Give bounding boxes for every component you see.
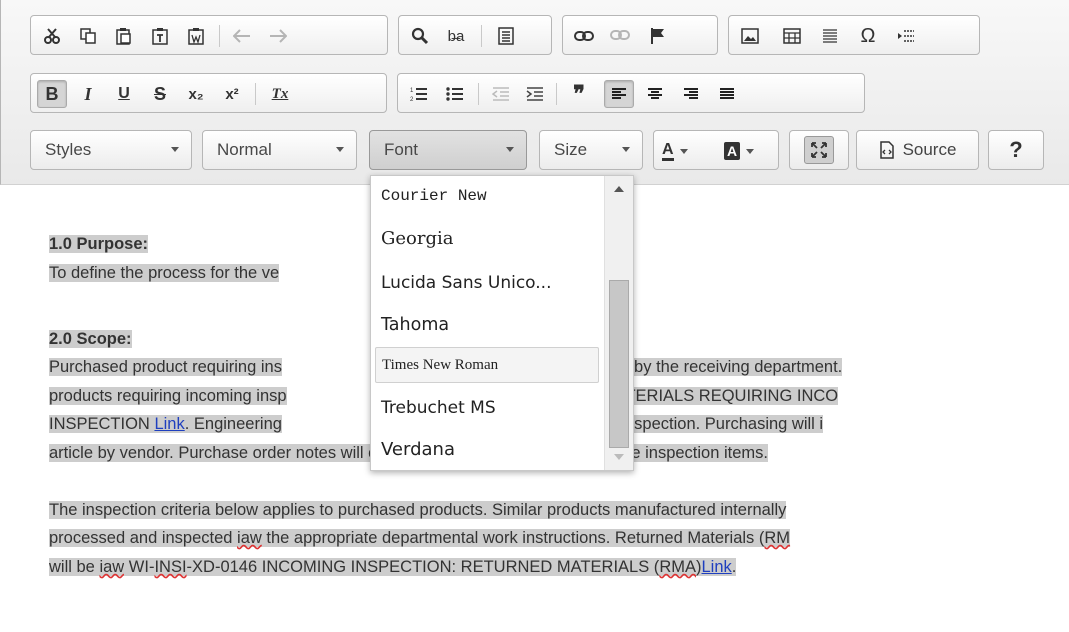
- size-combo-label: Size: [554, 140, 588, 159]
- inspection-link[interactable]: Link: [154, 415, 185, 433]
- flag-icon[interactable]: [643, 22, 673, 50]
- align-center-icon[interactable]: [640, 80, 670, 108]
- image-icon[interactable]: [735, 22, 765, 50]
- font-combo[interactable]: Font: [369, 130, 527, 170]
- font-dropdown: Courier New Georgia Lucida Sans Unico...…: [370, 175, 634, 471]
- unlink-icon[interactable]: [605, 22, 635, 50]
- editor-toolbar: b̶a Ω B I U S x₂ x² Tx 1 2 ❞ Styles Norm…: [0, 0, 1069, 185]
- italic-button[interactable]: I: [73, 80, 103, 108]
- paste-word-icon[interactable]: [181, 22, 211, 50]
- insert-group: Ω: [728, 15, 980, 55]
- copy-icon[interactable]: [73, 22, 103, 50]
- basicstyles-group: B I U S x₂ x² Tx: [30, 73, 387, 113]
- font-combo-label: Font: [384, 140, 419, 159]
- bg-color-icon: A: [724, 142, 741, 160]
- subscript-button[interactable]: x₂: [181, 80, 211, 108]
- svg-text:1: 1: [410, 88, 414, 94]
- undo-icon[interactable]: [227, 22, 257, 50]
- select-all-icon[interactable]: [491, 22, 521, 50]
- chevron-down-icon: [622, 147, 630, 152]
- text-color-icon: A: [662, 141, 674, 161]
- horizontal-line-icon[interactable]: [815, 22, 845, 50]
- styles-combo-label: Styles: [45, 140, 92, 159]
- chevron-down-icon: [746, 148, 755, 154]
- paste-text-icon[interactable]: [145, 22, 175, 50]
- font-option-trebuchet[interactable]: Trebuchet MS: [375, 390, 599, 426]
- source-icon: [879, 141, 895, 159]
- separator: [478, 83, 479, 105]
- scroll-down-icon[interactable]: [614, 454, 624, 460]
- link-icon[interactable]: [569, 22, 599, 50]
- styles-combo[interactable]: Styles: [30, 130, 192, 170]
- page-break-icon[interactable]: [891, 22, 921, 50]
- align-left-icon[interactable]: [604, 80, 634, 108]
- magnifier-icon[interactable]: [405, 22, 435, 50]
- separator: [556, 83, 557, 105]
- chevron-down-icon: [679, 148, 688, 154]
- text-color-button[interactable]: A: [662, 139, 710, 163]
- replace-icon[interactable]: b̶a: [441, 22, 471, 50]
- color-group: A A: [653, 130, 779, 170]
- superscript-button[interactable]: x²: [217, 80, 247, 108]
- tools-group: [789, 130, 849, 170]
- font-option-tahoma[interactable]: Tahoma: [375, 307, 599, 343]
- remove-format-button[interactable]: Tx: [265, 80, 295, 108]
- underline-button[interactable]: U: [109, 80, 139, 108]
- font-option-courier-new[interactable]: Courier New: [375, 178, 599, 214]
- outdent-icon[interactable]: [486, 80, 516, 108]
- paste-icon[interactable]: [109, 22, 139, 50]
- align-right-icon[interactable]: [676, 80, 706, 108]
- clipboard-group: [30, 15, 388, 55]
- format-combo[interactable]: Normal: [202, 130, 357, 170]
- omega-icon[interactable]: Ω: [853, 22, 883, 50]
- scrollbar-thumb[interactable]: [609, 280, 629, 448]
- criteria-line-2: processed and inspected iaw the appropri…: [49, 529, 791, 547]
- separator: [219, 25, 220, 47]
- separator: [481, 25, 482, 47]
- criteria-line-3: will be iaw WI-INSI-XD-0146 INCOMING INS…: [49, 558, 737, 576]
- scroll-up-icon[interactable]: [614, 186, 624, 192]
- bold-button[interactable]: B: [37, 80, 67, 108]
- link-group: [562, 15, 718, 55]
- redo-icon[interactable]: [263, 22, 293, 50]
- rma-link[interactable]: Link: [701, 558, 732, 576]
- blockquote-button[interactable]: ❞: [564, 80, 594, 108]
- size-combo[interactable]: Size: [539, 130, 643, 170]
- chevron-down-icon: [506, 147, 514, 152]
- help-button[interactable]: ?: [988, 130, 1044, 170]
- scissors-icon[interactable]: [37, 22, 67, 50]
- font-option-georgia[interactable]: Georgia: [375, 220, 599, 256]
- numbered-list-icon[interactable]: 12: [404, 80, 434, 108]
- source-label: Source: [902, 140, 957, 159]
- purpose-heading: 1.0 Purpose:: [49, 235, 149, 253]
- find-group: b̶a: [398, 15, 552, 55]
- font-option-verdana[interactable]: Verdana: [375, 431, 599, 467]
- source-button[interactable]: Source: [856, 130, 979, 170]
- paragraph-group: 12 ❞: [397, 73, 865, 113]
- justify-icon[interactable]: [712, 80, 742, 108]
- bg-color-button[interactable]: A: [724, 139, 772, 163]
- indent-icon[interactable]: [520, 80, 550, 108]
- chevron-down-icon: [171, 147, 179, 152]
- format-combo-label: Normal: [217, 140, 272, 159]
- font-option-lucida[interactable]: Lucida Sans Unico...: [375, 265, 599, 301]
- scope-heading: 2.0 Scope:: [49, 330, 132, 348]
- dropdown-scrollbar[interactable]: [604, 176, 633, 470]
- separator: [255, 83, 256, 105]
- svg-text:2: 2: [410, 97, 414, 102]
- font-option-times-new-roman[interactable]: Times New Roman: [375, 347, 599, 383]
- chevron-down-icon: [336, 147, 344, 152]
- strikethrough-button[interactable]: S: [145, 80, 175, 108]
- bulleted-list-icon[interactable]: [440, 80, 470, 108]
- table-icon[interactable]: [777, 22, 807, 50]
- criteria-line-1: The inspection criteria below applies to…: [49, 501, 787, 519]
- maximize-icon[interactable]: [804, 136, 834, 164]
